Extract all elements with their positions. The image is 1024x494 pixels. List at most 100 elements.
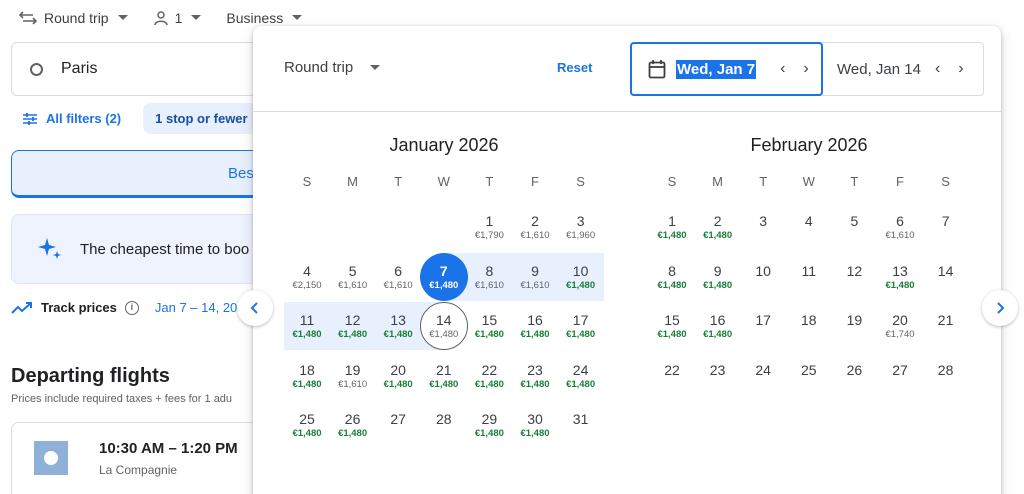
calendar-day[interactable]: 4	[786, 203, 832, 251]
calendar-day[interactable]: 18	[786, 302, 832, 350]
calendar-day[interactable]: 11 €1,480	[284, 302, 330, 350]
calendar-day[interactable]: 10	[740, 253, 786, 301]
calendar-day[interactable]: 15 €1,480	[466, 302, 512, 350]
calendar-day[interactable]: 20 €1,480	[375, 352, 421, 400]
cabin-class-dropdown[interactable]: Business	[226, 10, 305, 26]
calendar-day[interactable]: 7 €1,480	[419, 252, 468, 301]
calendar-day[interactable]: 24 €1,480	[558, 352, 604, 400]
day-price: €1,480	[885, 279, 915, 291]
calendar-day[interactable]: 21 €1,480	[421, 352, 467, 400]
calendar-day[interactable]: 26	[831, 352, 877, 400]
calendar-day[interactable]: 17	[740, 302, 786, 350]
calendar-day[interactable]: 15 €1,480	[649, 302, 695, 350]
calendar-day[interactable]: 12	[831, 253, 877, 301]
cheapest-time-insight[interactable]: The cheapest time to boo	[11, 214, 271, 284]
calendar-day[interactable]: 19	[831, 302, 877, 350]
day-price: €1,480	[292, 378, 322, 390]
calendar-day[interactable]: 3 €1,960	[558, 203, 604, 251]
calendar-day[interactable]: 26 €1,480	[330, 401, 376, 449]
calendar-day[interactable]: 13 €1,480	[375, 302, 421, 350]
calendar-day[interactable]: 8 €1,480	[649, 253, 695, 301]
calendar-day[interactable]: 7	[923, 203, 969, 251]
weekday-header: W	[437, 174, 450, 189]
calendar-day[interactable]: 8 €1,610	[466, 253, 512, 301]
day-price: €1,480	[657, 279, 687, 291]
departure-next-day-button[interactable]: ›	[803, 61, 808, 77]
calendar-day[interactable]: 25	[786, 352, 832, 400]
calendar-day[interactable]: 25 €1,480	[284, 401, 330, 449]
return-prev-day-button[interactable]: ‹	[935, 61, 940, 77]
date-picker-header: Round trip Reset Wed, Jan 7 ‹ › Wed, Jan…	[253, 26, 1001, 112]
calendar-day[interactable]: 6 €1,610	[877, 203, 923, 251]
sliders-icon	[23, 112, 37, 125]
day-price: €1,740	[885, 329, 915, 340]
calendar-day[interactable]: 14	[923, 253, 969, 301]
calendar-day[interactable]: 6 €1,610	[375, 253, 421, 301]
calendar-day[interactable]: 11	[786, 253, 832, 301]
calendar-day[interactable]: 28	[923, 352, 969, 400]
calendar-day[interactable]: 2 €1,610	[512, 203, 558, 251]
calendar-day[interactable]: 5 €1,610	[330, 253, 376, 301]
calendar-day[interactable]: 23	[695, 352, 741, 400]
calendar-day[interactable]: 23 €1,480	[512, 352, 558, 400]
calendar-day[interactable]: 9 €1,610	[512, 253, 558, 301]
cabin-class-label: Business	[226, 10, 284, 26]
calendar-day[interactable]: 3	[740, 203, 786, 251]
calendar-day[interactable]: 18 €1,480	[284, 352, 330, 400]
calendar-day[interactable]: 27	[375, 401, 421, 449]
day-number: 3	[576, 213, 585, 229]
calendar-day[interactable]: 24	[740, 352, 786, 400]
info-icon[interactable]: i	[124, 300, 139, 315]
calendar-day[interactable]: 30 €1,480	[512, 401, 558, 449]
all-filters-button[interactable]: All filters (2)	[22, 111, 121, 126]
departure-date-field[interactable]: Wed, Jan 7 ‹ ›	[630, 42, 823, 96]
calendar-day[interactable]: 14 €1,480	[419, 302, 468, 350]
day-price: €1,610	[474, 279, 504, 291]
flight-result-card[interactable]: 10:30 AM – 1:20 PM La Compagnie	[11, 422, 281, 494]
calendar-day[interactable]: 16 €1,480	[512, 302, 558, 350]
reset-button[interactable]: Reset	[557, 60, 592, 75]
calendar-day[interactable]: 22 €1,480	[466, 352, 512, 400]
calendar-day[interactable]: 22	[649, 352, 695, 400]
calendar-day[interactable]: 12 €1,480	[330, 302, 376, 350]
calendar-day[interactable]: 27	[877, 352, 923, 400]
calendar-day[interactable]: 31	[558, 401, 604, 449]
passengers-dropdown[interactable]: 1	[153, 10, 205, 26]
trip-type-dropdown[interactable]: Round trip	[18, 10, 131, 26]
day-number: 18	[299, 361, 315, 378]
calendar-day[interactable]: 10 €1,480	[558, 253, 604, 301]
calendar-day[interactable]: 20 €1,740	[877, 302, 923, 350]
next-month-button[interactable]	[982, 290, 1018, 326]
return-date-field[interactable]: Wed, Jan 14 ‹ ›	[837, 43, 964, 95]
day-number: 5	[348, 262, 357, 279]
calendar-day[interactable]: 5	[831, 203, 877, 251]
prev-month-button[interactable]	[237, 290, 273, 326]
date-picker-dialog: Round trip Reset Wed, Jan 7 ‹ › Wed, Jan…	[253, 26, 1001, 494]
stops-filter-chip[interactable]: 1 stop or fewer	[143, 103, 260, 134]
calendar-day[interactable]: 13 €1,480	[877, 253, 923, 301]
calendar-day[interactable]: 9 €1,480	[695, 253, 741, 301]
calendar-day[interactable]: 4 €2,150	[284, 253, 330, 301]
return-next-day-button[interactable]: ›	[958, 61, 963, 77]
day-number: 15	[664, 312, 680, 328]
origin-input[interactable]: Paris	[11, 42, 271, 96]
calendar-day[interactable]: 1 €1,790	[466, 203, 512, 251]
calendar-day[interactable]: 19 €1,610	[330, 352, 376, 400]
calendar-day[interactable]: 16 €1,480	[695, 302, 741, 350]
day-price: €1,610	[338, 378, 368, 390]
calendar-day[interactable]: 29 €1,480	[466, 401, 512, 449]
best-flights-tab[interactable]: Bes	[11, 150, 271, 198]
picker-trip-type-dropdown[interactable]: Round trip	[284, 59, 383, 76]
calendar-day[interactable]: 2 €1,480	[695, 203, 741, 251]
day-number: 27	[390, 411, 406, 427]
day-price: €1,480	[520, 428, 550, 439]
calendar-day[interactable]: 1 €1,480	[649, 203, 695, 251]
trend-icon	[11, 301, 32, 314]
departure-prev-day-button[interactable]: ‹	[780, 61, 785, 77]
track-prices-dates[interactable]: Jan 7 – 14, 20	[155, 300, 237, 315]
calendar-day[interactable]: 17 €1,480	[558, 302, 604, 350]
day-price: €1,480	[566, 279, 596, 291]
calendar-day[interactable]: 21	[923, 302, 969, 350]
day-number: 23	[709, 361, 726, 378]
calendar-day[interactable]: 28	[421, 401, 467, 449]
